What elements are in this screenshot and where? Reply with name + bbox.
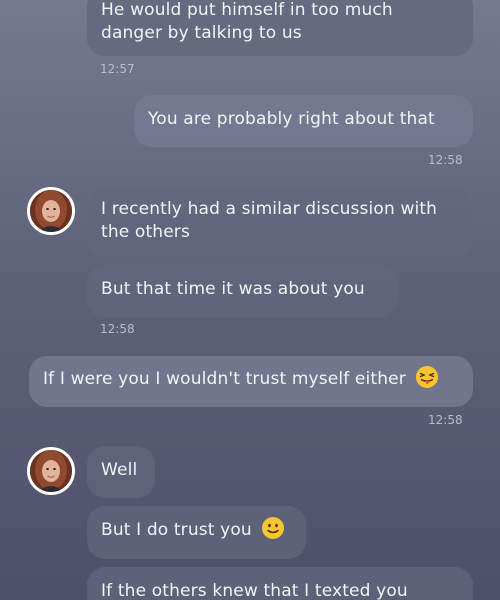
incoming-message-bubble[interactable]: But that time it was about you [87, 265, 398, 317]
message-text: But that time it was about you [101, 279, 365, 299]
message-timestamp: 12:58 [428, 413, 463, 427]
incoming-message-bubble[interactable]: He would put himself in too much danger … [87, 0, 473, 56]
message-text: If I were you I wouldn't trust myself ei… [43, 369, 406, 389]
incoming-message-bubble[interactable]: Well [87, 446, 155, 498]
incoming-message-bubble[interactable]: I recently had a similar discussion with… [87, 187, 473, 257]
message-text-line: the others [101, 222, 190, 242]
message-text: If the others knew that I texted you [101, 581, 408, 600]
message-text: But I do trust you [101, 520, 252, 540]
message-text: You are probably right about that [148, 109, 435, 129]
message-text-line: danger by talking to us [101, 23, 302, 43]
contact-avatar[interactable] [27, 187, 75, 235]
smiling-emoji-icon [262, 517, 285, 539]
message-timestamp: 12:58 [100, 322, 135, 336]
avatar-portrait-icon [30, 450, 72, 492]
outgoing-message-bubble[interactable]: You are probably right about that [134, 95, 473, 147]
message-text-line: I recently had a similar discussion with [101, 199, 438, 219]
chat-thread: He would put himself in too much danger … [0, 0, 500, 600]
outgoing-message-bubble[interactable]: If I were you I wouldn't trust myself ei… [29, 356, 473, 407]
message-timestamp: 12:57 [100, 62, 135, 76]
message-text: Well [101, 460, 138, 480]
incoming-message-bubble[interactable]: If the others knew that I texted you [87, 567, 473, 600]
message-timestamp: 12:58 [428, 153, 463, 167]
incoming-message-bubble[interactable]: But I do trust you [87, 506, 306, 559]
avatar-portrait-icon [30, 190, 72, 232]
contact-avatar[interactable] [27, 447, 75, 495]
message-text-line: He would put himself in too much [101, 0, 393, 20]
winking-tongue-emoji-icon [416, 366, 439, 388]
